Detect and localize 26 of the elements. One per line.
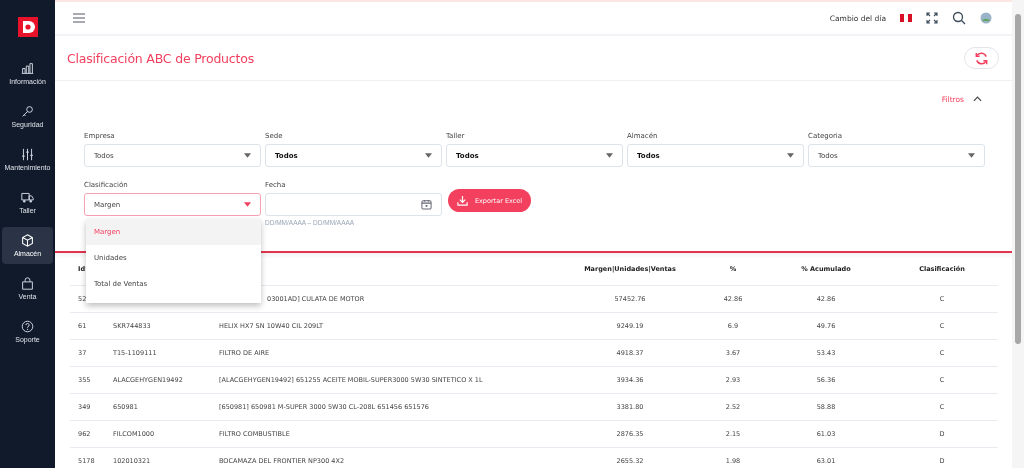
caret-icon[interactable]	[968, 153, 975, 158]
fullscreen-icon[interactable]	[926, 12, 938, 24]
caret-icon[interactable]	[787, 153, 794, 158]
calendar-icon[interactable]	[421, 199, 432, 210]
caret-icon[interactable]	[425, 153, 432, 158]
caret-icon[interactable]	[244, 153, 251, 158]
caret-icon[interactable]	[606, 153, 613, 158]
download-icon[interactable]	[456, 195, 468, 206]
bar-chart-icon[interactable]	[21, 62, 34, 75]
search-icon[interactable]	[952, 11, 966, 25]
shopping-bag-icon[interactable]	[21, 277, 34, 290]
logo-icon	[17, 17, 38, 37]
refresh-button[interactable]	[964, 47, 999, 69]
truck-icon[interactable]	[21, 191, 34, 204]
page-title: Clasificación ABC de Productos	[67, 50, 254, 66]
chevron-icon[interactable]	[973, 96, 982, 102]
avatar-icon[interactable]	[980, 12, 992, 24]
flag-icon[interactable]	[900, 14, 912, 22]
sliders-icon[interactable]	[21, 148, 34, 161]
refresh-icon[interactable]	[974, 50, 989, 66]
scrollbar[interactable]	[1012, 0, 1024, 468]
help-icon[interactable]	[21, 320, 34, 333]
caret-icon[interactable]	[244, 202, 251, 207]
key-icon[interactable]	[21, 105, 34, 118]
box-icon[interactable]	[21, 234, 34, 247]
date-range-field[interactable]	[265, 193, 442, 216]
